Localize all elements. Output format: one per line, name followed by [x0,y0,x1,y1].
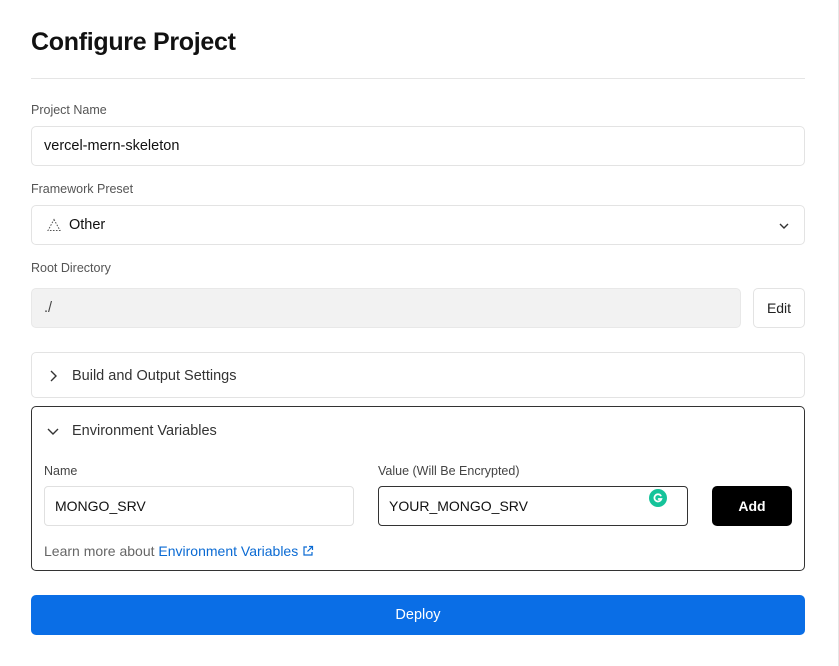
learn-more-prefix: Learn more about [44,543,159,559]
build-output-settings-label: Build and Output Settings [72,368,237,384]
build-output-settings-section[interactable]: Build and Output Settings [31,352,805,398]
root-directory-value: ./ [44,300,53,316]
env-name-label: Name [44,464,78,478]
add-env-variable-button[interactable]: Add [712,486,792,526]
root-directory-label: Root Directory [31,261,111,275]
chevron-right-icon [50,370,57,382]
env-name-value: MONGO_SRV [55,498,146,514]
title-divider [31,78,805,79]
framework-preset-value: Other [69,217,106,233]
grammarly-icon[interactable] [649,489,667,507]
chevron-down-icon [778,220,790,236]
environment-variables-label: Environment Variables [72,423,217,439]
learn-more-text: Learn more about Environment Variables [44,543,314,560]
chevron-down-icon [47,428,59,435]
project-name-label: Project Name [31,103,107,117]
framework-preset-select[interactable]: Other [31,205,805,245]
environment-variables-header[interactable]: Environment Variables [46,408,217,454]
deploy-button[interactable]: Deploy [31,595,805,635]
edit-root-directory-button[interactable]: Edit [753,288,805,328]
project-name-value: vercel-mern-skeleton [44,138,180,154]
root-directory-input: ./ [31,288,741,328]
env-value-label: Value (Will Be Encrypted) [378,464,520,478]
env-value-input[interactable]: YOUR_MONGO_SRV [378,486,688,526]
environment-variables-link-text: Environment Variables [158,543,299,559]
env-name-input[interactable]: MONGO_SRV [44,486,354,526]
environment-variables-link[interactable]: Environment Variables [158,543,314,559]
page-title: Configure Project [31,28,236,56]
build-output-settings-header[interactable]: Build and Output Settings [46,353,236,399]
configure-project-panel: Configure Project Project Name vercel-me… [0,0,839,666]
framework-triangle-icon [47,218,61,232]
environment-variables-section: Environment Variables Name MONGO_SRV Val… [31,406,805,571]
project-name-input[interactable]: vercel-mern-skeleton [31,126,805,166]
env-value-value: YOUR_MONGO_SRV [389,498,528,514]
external-link-icon [302,544,314,560]
framework-preset-label: Framework Preset [31,182,134,196]
